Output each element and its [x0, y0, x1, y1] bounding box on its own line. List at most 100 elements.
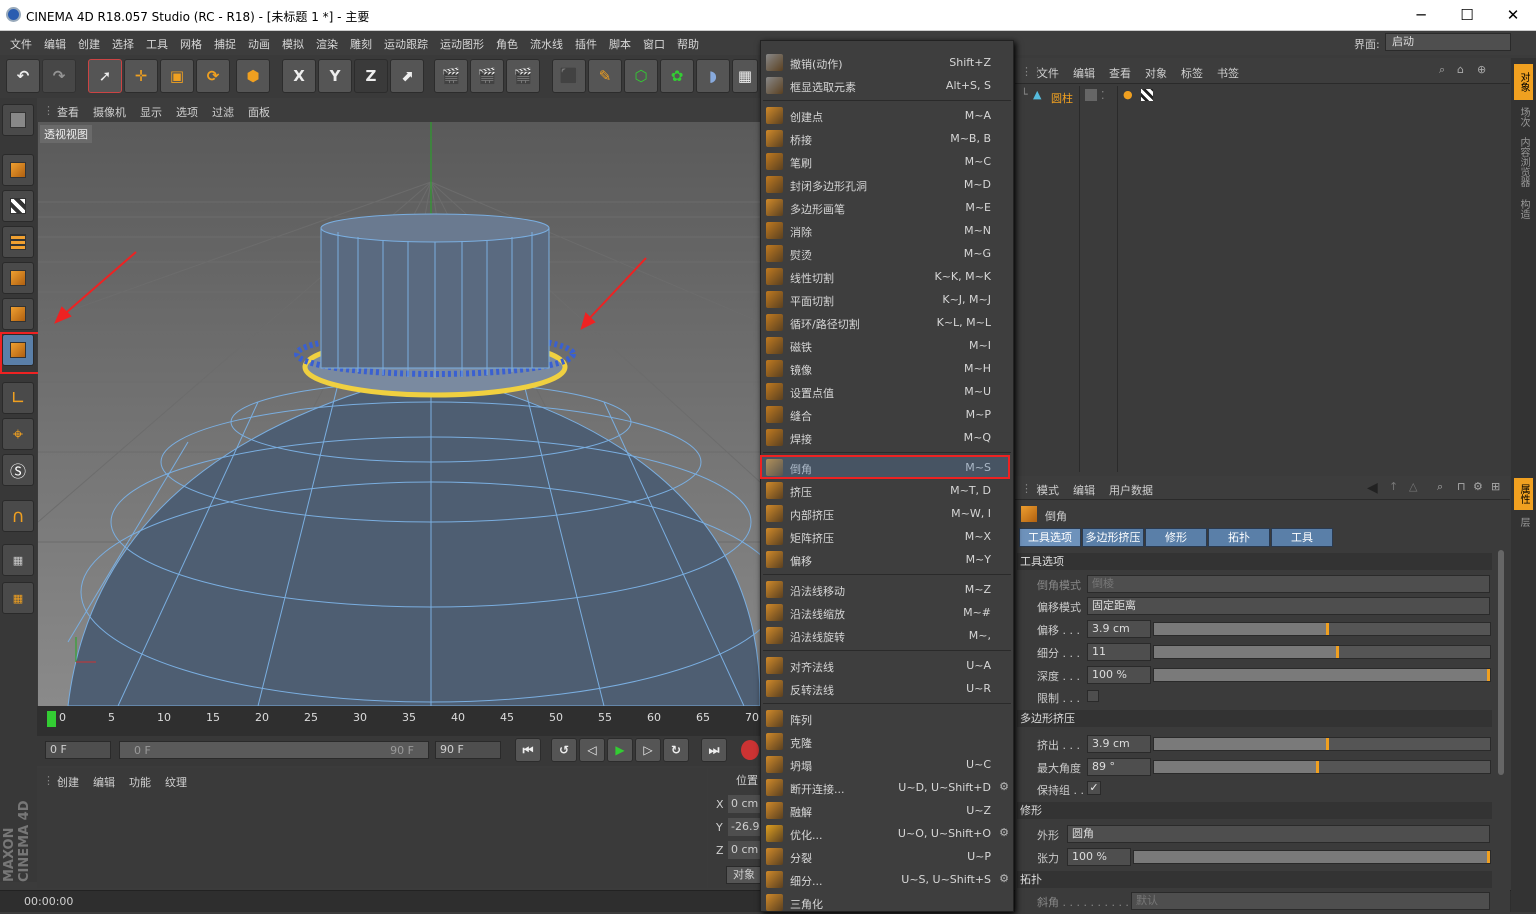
slider-handle[interactable]: [1315, 761, 1319, 773]
context-menu-item[interactable]: 多边形画笔 M~E: [761, 196, 1013, 219]
context-menu-item[interactable]: 缝合 M~P: [761, 403, 1013, 426]
home-icon[interactable]: ⌂: [1457, 63, 1464, 76]
menu-item[interactable]: 脚本: [603, 36, 637, 52]
floor-icon[interactable]: ▦: [732, 59, 758, 93]
context-menu-item[interactable]: 熨烫 M~G: [761, 242, 1013, 265]
menu-item[interactable]: 帮助: [671, 36, 705, 52]
gear-icon[interactable]: ⚙: [999, 872, 1009, 885]
maxangle-slider[interactable]: [1153, 760, 1491, 774]
select-arrow-icon[interactable]: ➚: [88, 59, 122, 93]
context-menu-item[interactable]: 磁铁 M~I: [761, 334, 1013, 357]
menu-item[interactable]: 雕刻: [344, 36, 378, 52]
layout-select[interactable]: 启动: [1385, 33, 1511, 51]
context-menu-item[interactable]: 桥接 M~B, B: [761, 127, 1013, 150]
attr-scrollbar[interactable]: [1498, 550, 1504, 775]
context-menu-item[interactable]: 消除 M~N: [761, 219, 1013, 242]
tab-attributes[interactable]: 属性: [1514, 478, 1533, 510]
context-menu-item[interactable]: 矩阵挤压 M~X: [761, 525, 1013, 548]
maxangle-field[interactable]: 89 °: [1087, 758, 1151, 776]
context-menu-item[interactable]: 反转法线 U~R: [761, 677, 1013, 700]
render-picture-viewer-icon[interactable]: 🎬: [470, 59, 504, 93]
context-menu-item[interactable]: 笔刷 M~C: [761, 150, 1013, 173]
editable-icon[interactable]: [1085, 89, 1097, 101]
settings-icon[interactable]: ⚙: [1473, 480, 1483, 493]
menu-item[interactable]: 窗口: [637, 36, 671, 52]
next-frame-icon[interactable]: ▷: [635, 738, 661, 762]
context-menu-item[interactable]: 断开连接... U~D, U~Shift+D ⚙: [761, 776, 1013, 799]
depth-slider[interactable]: [1153, 668, 1491, 682]
visibility-dots-icon[interactable]: ⁚: [1101, 89, 1105, 102]
menu-item[interactable]: 角色: [490, 36, 524, 52]
axis-x-button[interactable]: X: [282, 59, 316, 93]
lock-workplane-icon[interactable]: ▦: [2, 544, 34, 576]
context-menu-item[interactable]: 沿法线旋转 M~,: [761, 624, 1013, 647]
tab-layers[interactable]: 层: [1514, 512, 1533, 532]
attr-menu-item[interactable]: 用户数据: [1109, 482, 1153, 498]
context-menu-item[interactable]: 沿法线缩放 M~#: [761, 601, 1013, 624]
context-menu-item[interactable]: 坍塌 U~C: [761, 753, 1013, 776]
redo-icon[interactable]: ↷: [42, 59, 76, 93]
axis-y-button[interactable]: Y: [318, 59, 352, 93]
gear-icon[interactable]: ⚙: [999, 826, 1009, 839]
axis-z-button[interactable]: Z: [354, 59, 388, 93]
extrude-field[interactable]: 3.9 cm: [1087, 735, 1151, 753]
close-button[interactable]: ✕: [1490, 0, 1536, 31]
bevel-select[interactable]: 默认: [1131, 892, 1490, 910]
context-menu-item[interactable]: 创建点 M~A: [761, 104, 1013, 127]
subdivision-icon[interactable]: ⬡: [624, 59, 658, 93]
coord-z-field[interactable]: 0 cm: [728, 841, 762, 859]
menu-item[interactable]: 创建: [72, 36, 106, 52]
tab-structure[interactable]: 构造: [1514, 194, 1533, 224]
context-menu-item[interactable]: 焊接 M~Q: [761, 426, 1013, 449]
make-editable-icon[interactable]: [2, 104, 34, 136]
cube-object-icon[interactable]: ⬛: [552, 59, 586, 93]
slider-handle[interactable]: [1487, 669, 1490, 681]
context-menu-item[interactable]: 线性切割 K~K, M~K: [761, 265, 1013, 288]
menu-item[interactable]: 文件: [4, 36, 38, 52]
gear-icon[interactable]: ⚙: [999, 780, 1009, 793]
back-arrow-icon[interactable]: ◀: [1367, 480, 1378, 496]
context-menu-item[interactable]: 阵列: [761, 707, 1013, 730]
current-frame-field[interactable]: 0 F: [45, 741, 111, 759]
coord-y-field[interactable]: -26.9: [728, 818, 762, 836]
menu-item[interactable]: 网格: [174, 36, 208, 52]
attr-tab[interactable]: 工具选项: [1019, 528, 1081, 547]
rotate-icon[interactable]: ⟳: [196, 59, 230, 93]
move-icon[interactable]: ✛: [124, 59, 158, 93]
attr-menu-item[interactable]: 模式: [1037, 482, 1059, 498]
object-menu-item[interactable]: 书签: [1217, 65, 1239, 81]
viewport-menu-item[interactable]: 显示: [140, 104, 162, 120]
menu-item[interactable]: 编辑: [38, 36, 72, 52]
object-menu-item[interactable]: 标签: [1181, 65, 1203, 81]
axis-mode-icon[interactable]: ∟: [2, 382, 34, 414]
record-icon[interactable]: [741, 740, 759, 760]
goto-start-icon[interactable]: ⏮: [515, 738, 541, 762]
tweak-mode-icon[interactable]: ⌖: [2, 418, 34, 450]
offset-field[interactable]: 3.9 cm: [1087, 620, 1151, 638]
timeline-ruler[interactable]: 0 5 10 15 20 25 30 35 40 45 50 55 60 65 70: [37, 706, 760, 736]
offset-slider[interactable]: [1153, 622, 1491, 636]
viewport-menu-item[interactable]: 摄像机: [93, 104, 126, 120]
viewport-menu-item[interactable]: 选项: [176, 104, 198, 120]
snap-icon[interactable]: Ⓢ: [2, 454, 34, 486]
context-menu-item[interactable]: 细分... U~S, U~Shift+S ⚙: [761, 868, 1013, 891]
menu-item[interactable]: 动画: [242, 36, 276, 52]
slider-handle[interactable]: [1325, 623, 1329, 635]
object-menu-item[interactable]: 查看: [1109, 65, 1131, 81]
subdiv-slider[interactable]: [1153, 645, 1491, 659]
context-menu-item[interactable]: 循环/路径切割 K~L, M~L: [761, 311, 1013, 334]
coord-object-button[interactable]: 对象: [726, 866, 762, 884]
minimize-button[interactable]: ─: [1398, 0, 1444, 31]
viewport-menu-item[interactable]: 过滤: [212, 104, 234, 120]
scale-icon[interactable]: ▣: [160, 59, 194, 93]
context-menu-item[interactable]: 沿法线移动 M~Z: [761, 578, 1013, 601]
context-menu-item[interactable]: 偏移 M~Y: [761, 548, 1013, 571]
subdiv-field[interactable]: 11: [1087, 643, 1151, 661]
menu-item[interactable]: 流水线: [524, 36, 569, 52]
object-menu-item[interactable]: 对象: [1145, 65, 1167, 81]
bevel-mode-select[interactable]: 倒棱: [1087, 575, 1490, 593]
slider-handle[interactable]: [1335, 646, 1339, 658]
coord-system-icon[interactable]: ⬈: [390, 59, 424, 93]
context-menu-item[interactable]: 平面切割 K~J, M~J: [761, 288, 1013, 311]
render-view-icon[interactable]: 🎬: [434, 59, 468, 93]
